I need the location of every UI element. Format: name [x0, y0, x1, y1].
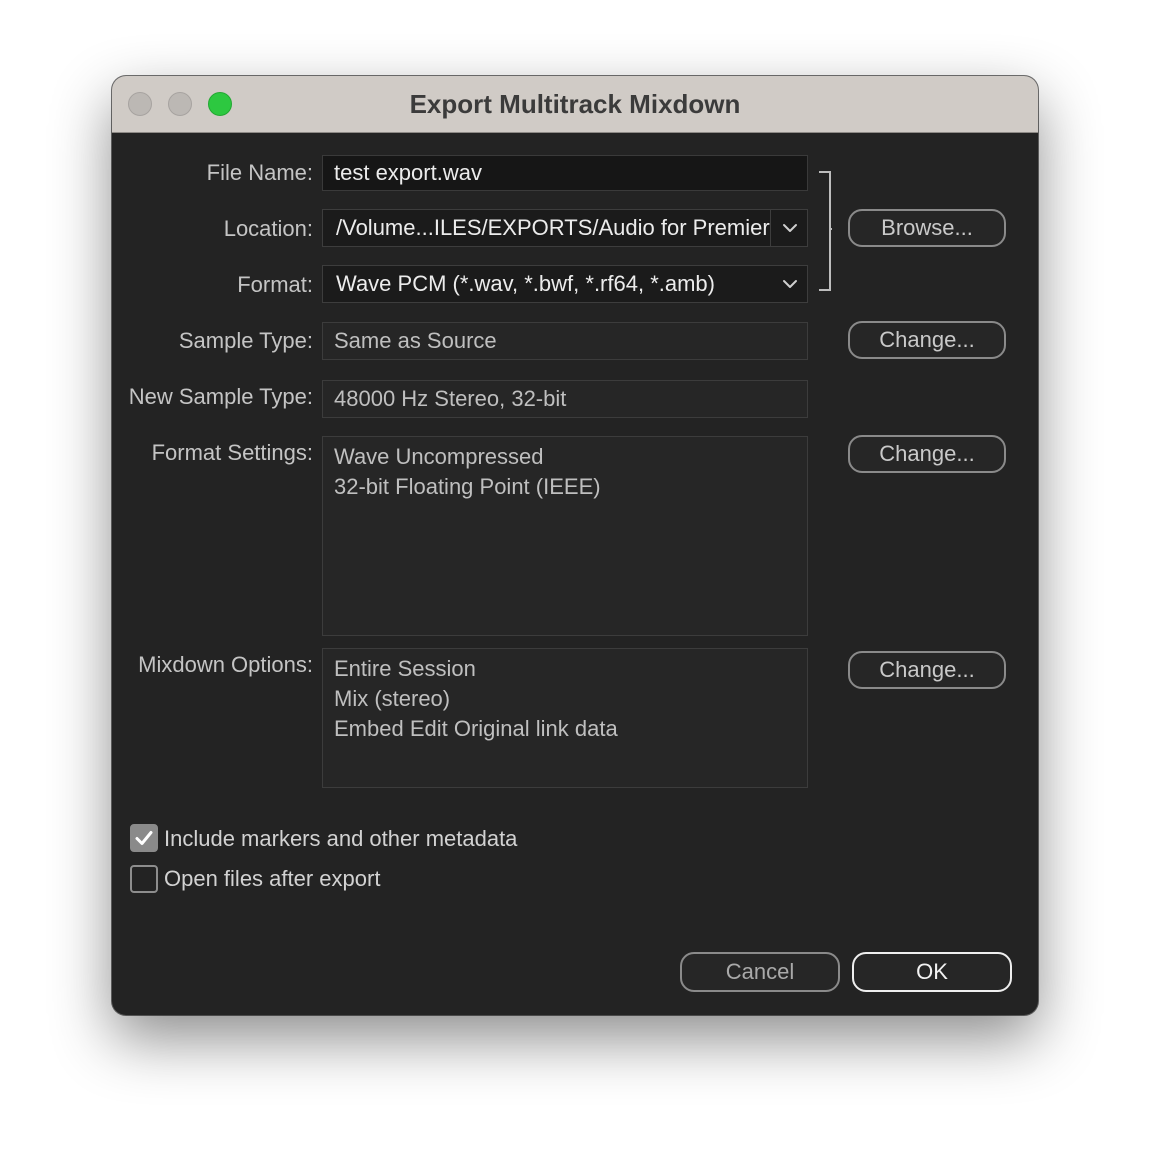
file-name-label: File Name:: [206, 160, 313, 185]
mixdown-options-box: Entire Session Mix (stereo) Embed Edit O…: [322, 648, 808, 788]
format-settings-box: Wave Uncompressed 32-bit Floating Point …: [322, 436, 808, 636]
change-sample-type-button[interactable]: Change...: [848, 321, 1006, 359]
new-sample-type-value: 48000 Hz Stereo, 32-bit: [334, 386, 567, 411]
change-format-settings-button[interactable]: Change...: [848, 435, 1006, 473]
file-name-value: test export.wav: [334, 160, 482, 185]
export-multitrack-mixdown-dialog: Export Multitrack Mixdown File Name: tes…: [112, 76, 1038, 1015]
checkmark-icon: [135, 831, 153, 845]
chevron-down-icon: [783, 280, 797, 288]
browse-group-bracket: [819, 171, 832, 291]
mixdown-options-line: Mix (stereo): [334, 686, 451, 711]
browse-button[interactable]: Browse...: [848, 209, 1006, 247]
include-markers-checkbox[interactable]: [130, 824, 158, 852]
ok-button[interactable]: OK: [852, 952, 1012, 992]
format-label: Format:: [237, 272, 313, 297]
title-bar: Export Multitrack Mixdown: [112, 76, 1038, 133]
location-value: /Volume...ILES/EXPORTS/Audio for Premier…: [336, 215, 770, 240]
mixdown-options-label: Mixdown Options:: [138, 652, 313, 677]
sample-type-label: Sample Type:: [178, 328, 313, 353]
format-settings-line: 32-bit Floating Point (IEEE): [334, 474, 601, 499]
include-markers-label[interactable]: Include markers and other metadata: [164, 826, 517, 852]
format-settings-line: Wave Uncompressed: [334, 444, 544, 469]
location-label: Location:: [223, 216, 313, 241]
location-dropdown[interactable]: /Volume...ILES/EXPORTS/Audio for Premier…: [322, 209, 808, 247]
open-files-checkbox[interactable]: [130, 865, 158, 893]
new-sample-type-label: New Sample Type:: [128, 384, 313, 409]
sample-type-field: Same as Source: [322, 322, 808, 360]
cancel-button[interactable]: Cancel: [680, 952, 840, 992]
format-dropdown[interactable]: Wave PCM (*.wav, *.bwf, *.rf64, *.amb): [322, 265, 808, 303]
chevron-down-icon: [783, 224, 797, 232]
file-name-field[interactable]: test export.wav: [322, 155, 808, 191]
change-mixdown-options-button[interactable]: Change...: [848, 651, 1006, 689]
location-dropdown-divider: [770, 210, 771, 246]
mixdown-options-line: Embed Edit Original link data: [334, 716, 618, 741]
open-files-label[interactable]: Open files after export: [164, 866, 380, 892]
dialog-title: Export Multitrack Mixdown: [409, 89, 741, 119]
mixdown-options-line: Entire Session: [334, 656, 476, 681]
new-sample-type-field: 48000 Hz Stereo, 32-bit: [322, 380, 808, 418]
sample-type-value: Same as Source: [334, 328, 497, 353]
format-value: Wave PCM (*.wav, *.bwf, *.rf64, *.amb): [336, 271, 715, 296]
format-settings-label: Format Settings:: [151, 440, 313, 465]
